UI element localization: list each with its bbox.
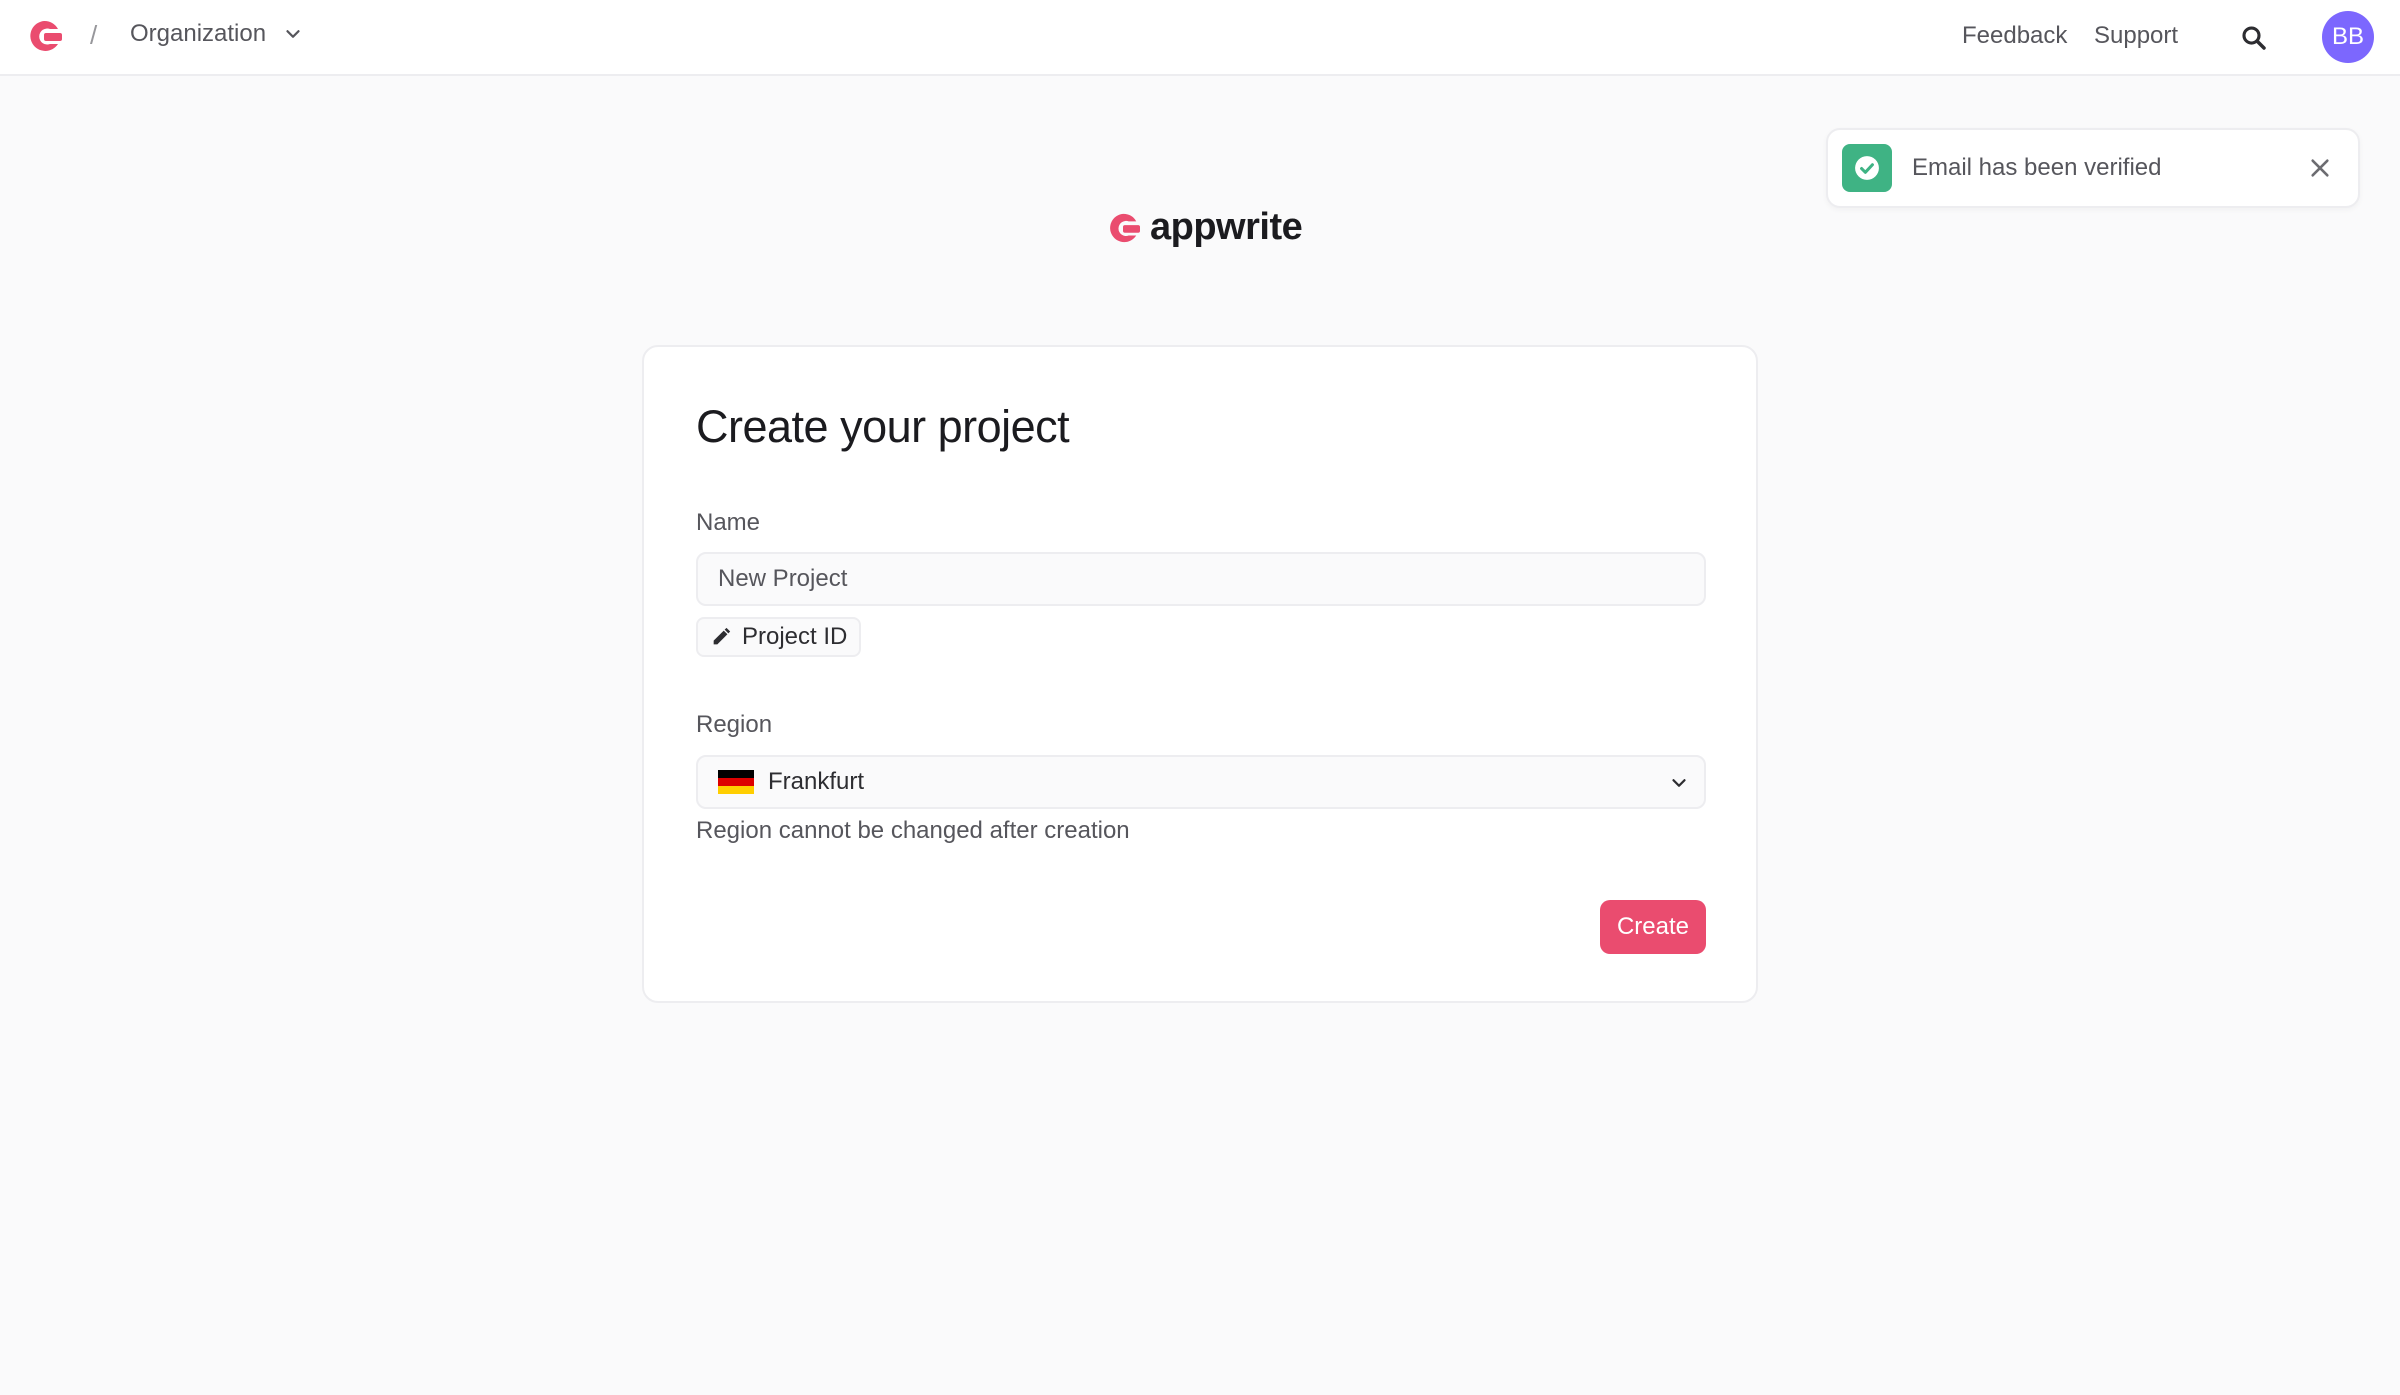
brand-name: appwrite: [1150, 206, 1303, 248]
appwrite-logo-icon: [1110, 213, 1140, 242]
toast-message: Email has been verified: [1912, 154, 2162, 181]
germany-flag-icon: [718, 770, 754, 794]
region-value: Frankfurt: [768, 768, 865, 795]
appwrite-logo-icon[interactable]: [24, 18, 64, 54]
top-bar: / Organization Feedback Support BB: [0, 0, 2400, 76]
notification-toast: Email has been verified: [1826, 128, 2360, 208]
chevron-down-icon: [1672, 779, 1686, 787]
search-button[interactable]: [2234, 18, 2274, 58]
pencil-icon: [713, 627, 731, 645]
project-id-label: Project ID: [742, 623, 848, 650]
project-name-input[interactable]: New Project: [696, 552, 1706, 606]
breadcrumb-separator: /: [90, 20, 98, 50]
project-name-placeholder: New Project: [718, 565, 848, 592]
feedback-link[interactable]: Feedback: [1962, 22, 2067, 50]
region-hint: Region cannot be changed after creation: [696, 817, 1130, 844]
create-button[interactable]: Create: [1600, 900, 1706, 954]
close-icon: [2311, 159, 2329, 177]
project-id-button[interactable]: Project ID: [696, 617, 862, 657]
avatar[interactable]: BB: [2322, 11, 2374, 63]
close-toast-button[interactable]: [2304, 152, 2336, 184]
organization-switcher[interactable]: Organization: [130, 20, 304, 48]
page-title: Create your project: [696, 401, 1070, 452]
organization-label: Organization: [130, 20, 267, 47]
search-icon: [2242, 26, 2266, 50]
region-select[interactable]: Frankfurt: [696, 755, 1706, 809]
check-circle-icon: [1842, 144, 1892, 192]
region-label: Region: [696, 711, 773, 738]
support-link[interactable]: Support: [2094, 22, 2178, 50]
create-project-card: Create your project Name New Project Pro…: [642, 345, 1758, 1003]
name-label: Name: [696, 509, 761, 536]
brand-logo: appwrite: [1104, 206, 1303, 249]
chevron-down-icon: [286, 30, 300, 38]
